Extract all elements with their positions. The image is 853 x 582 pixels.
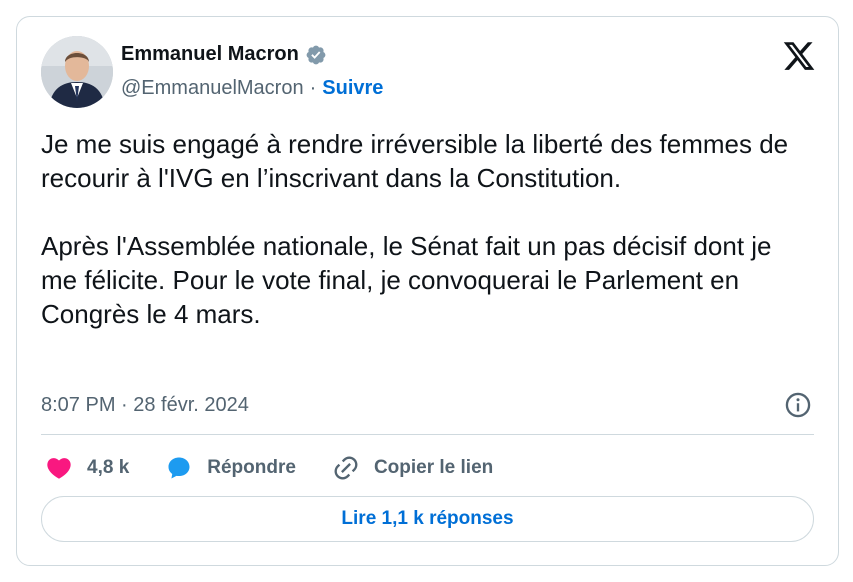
read-replies-button[interactable]: Lire 1,1 k réponses: [41, 496, 814, 542]
read-replies-label: Lire 1,1 k réponses: [341, 508, 514, 529]
divider: [41, 434, 814, 435]
tweet-card: Emmanuel Macron @EmmanuelMacron · Suivre…: [16, 16, 839, 566]
x-logo-icon[interactable]: [782, 39, 816, 73]
reply-label: Répondre: [207, 457, 296, 478]
info-icon[interactable]: [784, 391, 812, 419]
like-button[interactable]: 4,8 k: [45, 454, 129, 482]
like-count: 4,8 k: [87, 457, 130, 478]
action-bar: 4,8 k Répondre Copier le lien: [45, 452, 529, 484]
tweet-timestamp[interactable]: 8:07 PM · 28 févr. 2024: [41, 394, 249, 417]
separator: ·: [309, 77, 317, 99]
author-name[interactable]: Emmanuel Macron: [121, 43, 299, 66]
verified-badge-icon: [306, 45, 326, 64]
tweet-text: Je me suis engagé à rendre irréversible …: [41, 127, 811, 331]
reply-icon: [168, 457, 190, 479]
avatar-image: [41, 36, 113, 108]
avatar[interactable]: [41, 36, 113, 108]
follow-button[interactable]: Suivre: [322, 77, 383, 100]
author-handle[interactable]: @EmmanuelMacron: [121, 77, 304, 100]
link-icon: [334, 456, 358, 480]
reply-button[interactable]: Répondre: [165, 454, 296, 482]
tweet-paragraph: Après l'Assemblée nationale, le Sénat fa…: [41, 231, 779, 329]
tweet-paragraph: Je me suis engagé à rendre irréversible …: [41, 129, 796, 193]
copy-link-label: Copier le lien: [373, 457, 494, 478]
copy-link-button[interactable]: Copier le lien: [332, 454, 493, 482]
heart-icon: [47, 458, 71, 479]
